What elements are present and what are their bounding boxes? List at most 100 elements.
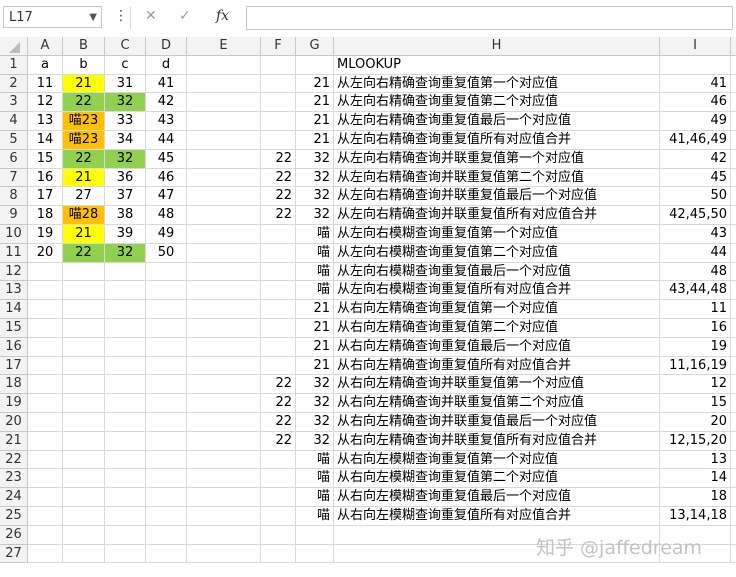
cell-b[interactable]: 喵23 — [63, 112, 105, 131]
cell-b[interactable] — [63, 488, 105, 507]
cell-f[interactable] — [261, 318, 296, 338]
cell-e[interactable] — [187, 318, 261, 338]
cell-d[interactable] — [146, 431, 187, 451]
cell-g[interactable]: 21 — [296, 337, 334, 357]
cell-d[interactable] — [146, 300, 187, 319]
cell-h[interactable]: 从左向右精确查询并联重复值最后一个对应值 — [334, 187, 660, 207]
cell-b[interactable] — [63, 318, 105, 338]
cell-i[interactable]: 14 — [660, 469, 731, 489]
cell-b[interactable]: 22 — [63, 93, 105, 113]
cell-e[interactable] — [187, 488, 261, 507]
cell-d[interactable] — [146, 525, 187, 545]
cell-d[interactable] — [146, 337, 187, 357]
cell-h[interactable]: 从右向左精确查询并联重复值第二个对应值 — [334, 394, 660, 413]
cell-f[interactable] — [261, 488, 296, 507]
cell-e[interactable] — [187, 130, 261, 150]
cell-f[interactable] — [261, 74, 296, 94]
cell-f[interactable]: 22 — [261, 375, 296, 395]
cell-e[interactable] — [187, 149, 261, 169]
cell-c[interactable] — [105, 375, 146, 395]
cell-a[interactable] — [28, 431, 63, 451]
cell-e[interactable] — [187, 506, 261, 526]
cell-g[interactable]: 21 — [296, 93, 334, 113]
cell-b[interactable] — [63, 356, 105, 376]
cell-a[interactable]: 19 — [28, 224, 63, 244]
column-header-g[interactable]: G — [296, 37, 334, 56]
cell-i[interactable]: 20 — [660, 412, 731, 432]
formula-bar-input[interactable] — [246, 6, 733, 30]
cell-f[interactable]: 22 — [261, 394, 296, 413]
cell-extra[interactable] — [731, 394, 736, 413]
cell-c[interactable] — [105, 262, 146, 282]
cell-d[interactable] — [146, 356, 187, 376]
cell-i[interactable]: 13 — [660, 450, 731, 470]
cell-extra[interactable] — [731, 451, 736, 470]
cell-g[interactable] — [296, 55, 334, 75]
row-header[interactable]: 27 — [0, 544, 28, 564]
cell-a[interactable] — [28, 337, 63, 357]
cell-extra[interactable] — [731, 244, 736, 263]
cell-b[interactable]: 27 — [63, 187, 105, 207]
cell-g[interactable]: 32 — [296, 375, 334, 395]
cell-g[interactable]: 32 — [296, 431, 334, 451]
cell-c[interactable]: 33 — [105, 112, 146, 131]
cell-b[interactable] — [63, 375, 105, 395]
row-header[interactable]: 22 — [0, 450, 28, 470]
cell-h[interactable]: 从左向右模糊查询重复值最后一个对应值 — [334, 262, 660, 282]
cell-h[interactable]: 从右向左精确查询并联重复值最后一个对应值 — [334, 412, 660, 432]
cell-h[interactable]: 从右向左精确查询重复值最后一个对应值 — [334, 337, 660, 357]
cell-i[interactable]: 11,16,19 — [660, 356, 731, 376]
cell-g[interactable] — [296, 544, 334, 564]
cell-d[interactable] — [146, 375, 187, 395]
cell-i[interactable]: 48 — [660, 262, 731, 282]
cell-b[interactable]: 22 — [63, 149, 105, 169]
cell-d[interactable]: d — [146, 55, 187, 75]
cell-f[interactable] — [261, 300, 296, 319]
cell-f[interactable]: 22 — [261, 412, 296, 432]
cell-g[interactable]: 喵 — [296, 469, 334, 489]
cell-i[interactable]: 15 — [660, 394, 731, 413]
cell-g[interactable]: 21 — [296, 130, 334, 150]
cell-e[interactable] — [187, 262, 261, 282]
cell-g[interactable]: 32 — [296, 187, 334, 207]
cell-h[interactable]: 从左向右精确查询并联重复值第二个对应值 — [334, 168, 660, 188]
cell-e[interactable] — [187, 525, 261, 545]
function-icon[interactable]: fx — [216, 8, 229, 24]
column-header-f[interactable]: F — [261, 37, 296, 56]
cell-b[interactable] — [63, 281, 105, 301]
cell-extra[interactable] — [731, 281, 736, 301]
cell-e[interactable] — [187, 469, 261, 489]
cell-d[interactable] — [146, 450, 187, 470]
cell-extra[interactable] — [731, 169, 736, 188]
cell-a[interactable]: a — [28, 55, 63, 75]
cell-d[interactable] — [146, 262, 187, 282]
cell-g[interactable]: 32 — [296, 394, 334, 413]
cell-h[interactable]: 从右向左模糊查询重复值第一个对应值 — [334, 450, 660, 470]
cell-e[interactable] — [187, 337, 261, 357]
cell-a[interactable] — [28, 300, 63, 319]
cell-f[interactable] — [261, 243, 296, 263]
cell-h[interactable]: MLOOKUP — [334, 55, 660, 75]
cell-e[interactable] — [187, 431, 261, 451]
row-header[interactable]: 24 — [0, 488, 28, 507]
cell-i[interactable]: 13,14,18 — [660, 506, 731, 526]
cell-d[interactable]: 49 — [146, 224, 187, 244]
cell-extra[interactable] — [731, 507, 736, 526]
cell-b[interactable] — [63, 262, 105, 282]
enter-icon[interactable]: ✓ — [179, 8, 191, 24]
cell-d[interactable] — [146, 469, 187, 489]
cell-d[interactable] — [146, 506, 187, 526]
cell-i[interactable]: 42 — [660, 149, 731, 169]
cell-b[interactable] — [63, 431, 105, 451]
cell-c[interactable] — [105, 394, 146, 413]
cell-d[interactable]: 41 — [146, 74, 187, 94]
row-header[interactable]: 20 — [0, 412, 28, 432]
row-header[interactable]: 5 — [0, 130, 28, 150]
cell-a[interactable] — [28, 412, 63, 432]
row-header[interactable]: 21 — [0, 431, 28, 451]
column-header-i[interactable]: I — [660, 37, 731, 56]
cell-i[interactable]: 11 — [660, 300, 731, 319]
cell-h[interactable]: 从左向右精确查询重复值第二个对应值 — [334, 93, 660, 113]
cell-a[interactable]: 12 — [28, 93, 63, 113]
cell-a[interactable]: 18 — [28, 206, 63, 225]
